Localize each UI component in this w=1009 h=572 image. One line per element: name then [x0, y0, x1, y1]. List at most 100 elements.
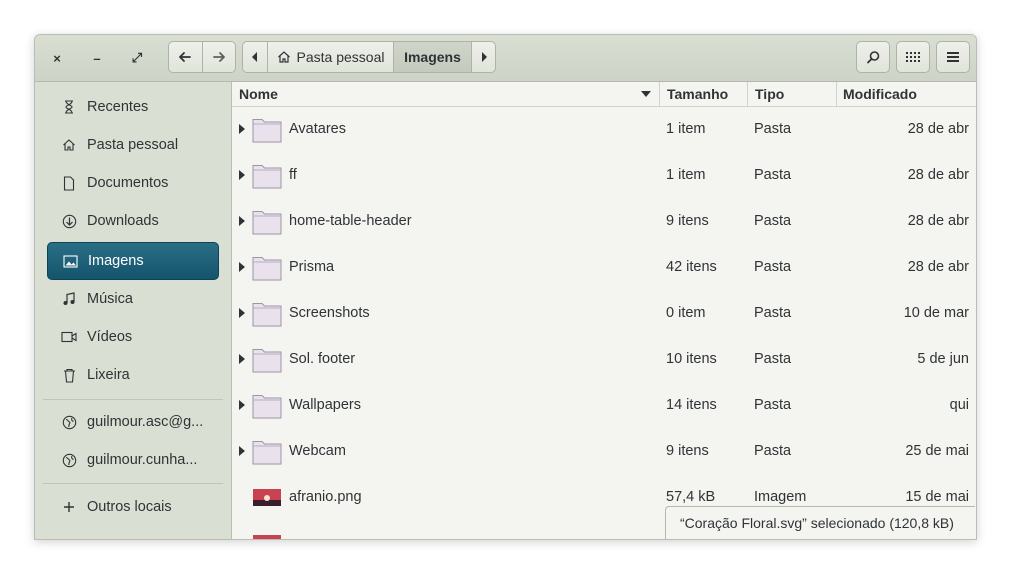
sidebar-item-pasta-pessoal[interactable]: Pasta pessoal [47, 127, 219, 163]
table-row[interactable]: Avatares 1 item Pasta 28 de abr [232, 106, 976, 152]
expander-icon[interactable] [237, 261, 247, 273]
folder-icon [252, 303, 282, 327]
table-row[interactable]: Prisma 42 itens Pasta 28 de abr [232, 244, 976, 290]
column-header-modified-label: Modificado [843, 86, 917, 102]
back-button[interactable] [169, 42, 202, 72]
grid-icon [905, 51, 920, 62]
breadcrumb-left-arrow[interactable] [243, 42, 267, 72]
download-icon [61, 213, 77, 229]
sidebar-item-label: Recentes [87, 99, 149, 115]
expander-icon[interactable] [237, 307, 247, 319]
folder-icon [252, 119, 282, 143]
file-modified: 28 de abr [907, 213, 969, 229]
trash-icon [61, 367, 77, 383]
file-modified: 28 de abr [907, 121, 969, 137]
view-grid-button[interactable] [896, 41, 930, 73]
table-row[interactable]: Sol. footer 10 itens Pasta 5 de jun [232, 336, 976, 382]
column-header-size-label: Tamanho [667, 86, 729, 102]
file-size: 1 item [666, 167, 706, 183]
sidebar-item-label: Música [87, 291, 133, 307]
table-row[interactable]: Wallpapers 14 itens Pasta qui [232, 382, 976, 428]
column-header-name[interactable]: Nome [232, 82, 659, 106]
hamburger-menu-icon [947, 52, 959, 62]
plus-icon [61, 499, 77, 515]
sidebar-item-videos[interactable]: Vídeos [47, 319, 219, 355]
forward-button[interactable] [201, 42, 236, 72]
file-modified: 28 de abr [907, 167, 969, 183]
image-icon [62, 253, 78, 269]
file-name: Wallpapers [289, 397, 361, 413]
column-header-type[interactable]: Tipo [747, 82, 836, 106]
sidebar-item-label: guilmour.asc@g... [87, 414, 204, 430]
file-name: ff [289, 167, 297, 183]
image-thumbnail-icon [253, 489, 281, 506]
file-name: Prisma [289, 259, 335, 275]
column-header-size[interactable]: Tamanho [659, 82, 747, 106]
sidebar-item-recentes[interactable]: Recentes [47, 89, 219, 125]
file-name: Avatares [289, 121, 346, 137]
search-icon [866, 50, 879, 63]
close-window-button[interactable]: × [45, 47, 69, 69]
file-type: Pasta [754, 213, 792, 229]
sidebar-separator [43, 483, 223, 484]
maximize-window-button[interactable]: ⤢ [125, 47, 149, 69]
folder-icon [252, 395, 282, 419]
expander-icon[interactable] [237, 399, 247, 411]
sidebar-item-outros-locais[interactable]: Outros locais [47, 489, 219, 525]
sidebar-item-network-account-1[interactable]: guilmour.asc@g... [47, 404, 219, 440]
file-type: Pasta [754, 259, 792, 275]
navigation-buttons [168, 41, 236, 73]
sidebar-item-label: guilmour.cunha... [87, 452, 198, 468]
expander-icon[interactable] [237, 445, 247, 457]
folder-icon [252, 165, 282, 189]
expander-icon[interactable] [237, 169, 247, 181]
sidebar-item-imagens[interactable]: Imagens [47, 242, 219, 280]
selection-status-overlay: “Coração Floral.svg” selecionado (120,8 … [665, 506, 975, 539]
file-type: Pasta [754, 167, 792, 183]
file-manager-window: × – ⤢ Pasta pessoal Imagens Recentes Pas… [34, 34, 977, 540]
folder-icon [252, 211, 282, 235]
breadcrumb-home-label: Pasta pessoal [296, 49, 385, 65]
sidebar-item-label: Documentos [87, 175, 169, 191]
table-row[interactable]: Webcam 9 itens Pasta 25 de mai [232, 428, 976, 474]
file-size: 1 item [666, 121, 706, 137]
chevron-left-icon [252, 52, 257, 62]
globe-icon [61, 452, 77, 468]
table-row[interactable]: Screenshots 0 item Pasta 10 de mar [232, 290, 976, 336]
column-header-row: Nome Tamanho Tipo Modificado [232, 82, 976, 107]
sidebar-item-musica[interactable]: Música [47, 281, 219, 317]
file-list: Nome Tamanho Tipo Modificado Avatares 1 i… [232, 82, 976, 539]
music-icon [61, 291, 77, 307]
file-name: Webcam [289, 443, 346, 459]
folder-icon [252, 257, 282, 281]
sidebar-item-documentos[interactable]: Documentos [47, 165, 219, 201]
document-icon [61, 175, 77, 191]
breadcrumb-home[interactable]: Pasta pessoal [267, 42, 393, 72]
sidebar: Recentes Pasta pessoal Documentos Downlo… [35, 82, 232, 539]
sidebar-item-lixeira[interactable]: Lixeira [47, 357, 219, 393]
breadcrumb-right-arrow[interactable] [471, 42, 495, 72]
sidebar-item-downloads[interactable]: Downloads [47, 203, 219, 239]
expander-icon[interactable] [237, 353, 247, 365]
column-header-modified[interactable]: Modificado [836, 82, 976, 106]
sidebar-item-network-account-2[interactable]: guilmour.cunha... [47, 442, 219, 478]
folder-icon [252, 349, 282, 373]
file-size: 9 itens [666, 213, 709, 229]
menu-button[interactable] [936, 41, 970, 73]
sidebar-separator [43, 399, 223, 400]
expander-icon[interactable] [237, 215, 247, 227]
minimize-window-button[interactable]: – [85, 47, 109, 69]
home-icon [277, 51, 290, 63]
expander-icon[interactable] [237, 123, 247, 135]
breadcrumb-current[interactable]: Imagens [393, 42, 471, 72]
sidebar-item-label: Imagens [88, 253, 144, 269]
table-row[interactable]: ff 1 item Pasta 28 de abr [232, 152, 976, 198]
file-modified: 25 de mai [905, 443, 969, 459]
column-header-name-label: Nome [239, 86, 278, 102]
table-row[interactable]: home-table-header 9 itens Pasta 28 de abr [232, 198, 976, 244]
search-button[interactable] [856, 41, 890, 73]
file-modified: 28 de abr [907, 259, 969, 275]
status-text: “Coração Floral.svg” selecionado (120,8 … [680, 515, 954, 531]
file-size: 0 item [666, 305, 706, 321]
file-size: 14 itens [666, 397, 717, 413]
